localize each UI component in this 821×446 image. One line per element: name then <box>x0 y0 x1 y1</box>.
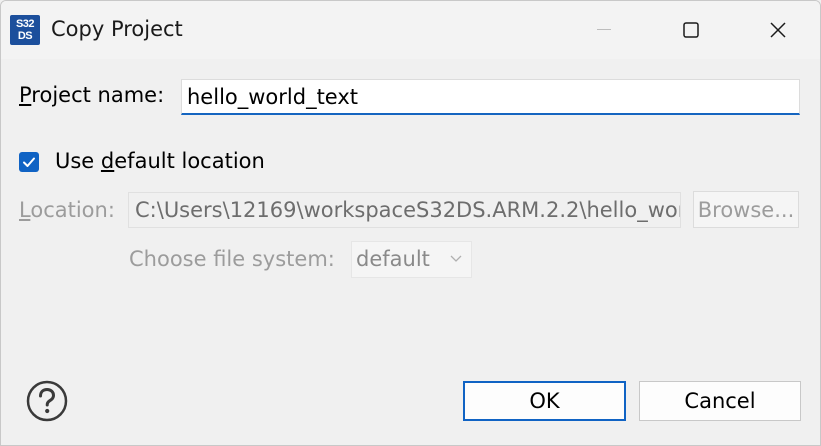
maximize-icon <box>683 22 699 38</box>
project-name-label-text: roject name: <box>31 83 165 107</box>
close-button[interactable] <box>733 1 820 59</box>
s32ds-app-icon: S32 DS <box>10 15 40 45</box>
window-title: Copy Project <box>51 17 183 41</box>
app-icon-text-top: S32 <box>15 18 35 30</box>
minimize-icon <box>597 29 611 30</box>
ok-button[interactable]: OK <box>463 381 626 421</box>
title-bar: S32 DS Copy Project <box>1 1 820 59</box>
use-default-label-after: efault location <box>114 149 265 173</box>
location-label: Location: <box>19 198 115 222</box>
location-label-text: ocation: <box>30 198 115 222</box>
browse-button: Browse... <box>693 191 799 228</box>
minimize-button[interactable] <box>559 1 649 59</box>
help-icon <box>26 380 68 422</box>
app-icon-text-bottom: DS <box>17 30 33 42</box>
project-name-input[interactable] <box>181 79 800 115</box>
copy-project-dialog: S32 DS Copy Project Project name: U <box>0 0 821 446</box>
project-name-label: Project name: <box>19 83 164 107</box>
use-default-location-checkbox[interactable] <box>19 152 39 172</box>
cancel-button[interactable]: Cancel <box>639 381 801 421</box>
location-mnemonic: L <box>19 198 31 222</box>
chevron-down-icon <box>450 255 462 262</box>
help-button[interactable] <box>25 379 69 423</box>
file-system-selected-value: default <box>356 247 430 271</box>
file-system-select: default <box>351 241 472 278</box>
checkmark-icon <box>23 157 35 167</box>
close-icon <box>770 22 786 38</box>
maximize-button[interactable] <box>646 1 736 59</box>
use-default-location-label[interactable]: Use default location <box>55 149 265 173</box>
project-name-mnemonic: P <box>19 83 32 107</box>
location-field: C:\Users\12169\workspaceS32DS.ARM.2.2\he… <box>128 192 681 228</box>
use-default-mnemonic: d <box>100 149 115 173</box>
use-default-label-before: Use <box>55 149 101 173</box>
file-system-label: Choose file system: <box>129 247 335 271</box>
